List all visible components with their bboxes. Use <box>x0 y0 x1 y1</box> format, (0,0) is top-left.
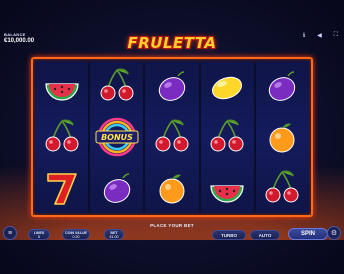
symbol-lemon <box>201 61 254 111</box>
plum-icon <box>158 71 186 101</box>
symbol-plum <box>145 61 198 111</box>
info-icon[interactable]: ℹ <box>303 32 305 39</box>
bet-display[interactable]: BET £1.00 <box>104 229 124 240</box>
cherries-icon <box>155 119 189 152</box>
coin-value-selector[interactable]: COIN VALUE 0.20 <box>62 229 90 240</box>
seven-icon <box>46 173 77 205</box>
game-logo: FRULETTA <box>127 34 217 52</box>
reel-4 <box>200 61 254 213</box>
cherries-icon <box>45 119 79 152</box>
lemon-icon <box>212 76 243 100</box>
symbol-cherries <box>145 112 198 162</box>
plum-icon <box>269 71 296 101</box>
spin-button[interactable]: SPIN <box>288 228 328 240</box>
reel-2: BONUS <box>90 61 144 213</box>
cherries-icon <box>210 119 244 152</box>
symbol-cherries <box>256 163 309 213</box>
lines-selector[interactable]: LINES 5 <box>28 229 50 240</box>
cherries-icon <box>100 68 134 101</box>
symbol-orange <box>256 112 309 162</box>
sound-icon[interactable]: ◀ <box>317 32 322 39</box>
reel-1 <box>35 61 89 213</box>
symbol-cherries <box>201 112 254 162</box>
reel-5 <box>255 61 310 213</box>
auto-button[interactable]: AUTO <box>250 230 280 240</box>
watermelon-icon <box>44 83 79 101</box>
plum-icon <box>103 173 130 203</box>
top-icons: ℹ ◀ ⛶ <box>303 32 338 39</box>
bonus-icon: BONUS <box>95 117 139 157</box>
gear-icon: ⚙ <box>330 230 338 237</box>
orange-icon <box>269 123 295 153</box>
lines-value: 5 <box>38 234 40 239</box>
settings-button[interactable]: ⚙ <box>327 226 341 240</box>
reels-area: BONUS <box>35 61 310 213</box>
watermelon-icon <box>210 185 244 203</box>
symbol-plum <box>90 163 143 213</box>
symbol-watermelon <box>35 61 88 111</box>
symbol-seven <box>35 163 88 213</box>
symbol-watermelon <box>201 163 254 213</box>
symbol-cherries <box>90 61 143 111</box>
bet-value: £1.00 <box>109 234 119 239</box>
bottom-bar: LINES 5 COIN VALUE 0.20 BET £1.00 TURBO … <box>0 228 344 274</box>
turbo-button[interactable]: TURBO <box>212 230 246 240</box>
orange-icon <box>159 174 185 204</box>
cherries-icon <box>265 170 299 203</box>
reel-3 <box>145 61 199 213</box>
symbol-orange <box>145 163 198 213</box>
coin-value: 0.20 <box>72 234 80 239</box>
reels-frame: BONUS <box>31 57 313 217</box>
fullscreen-icon[interactable]: ⛶ <box>334 32 338 39</box>
symbol-plum <box>256 61 309 111</box>
symbol-cherries <box>35 112 88 162</box>
bonus-label: BONUS <box>101 133 133 142</box>
symbol-bonus: BONUS <box>90 112 143 162</box>
